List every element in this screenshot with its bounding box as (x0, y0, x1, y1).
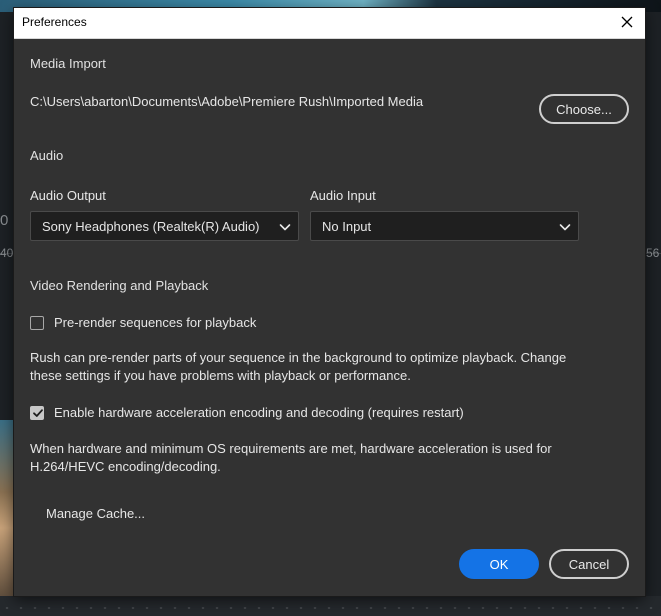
hardware-acceleration-label[interactable]: Enable hardware acceleration encoding an… (54, 405, 464, 420)
audio-output-select[interactable]: Sony Headphones (Realtek(R) Audio) (30, 211, 299, 241)
audio-input-label: Audio Input (310, 188, 376, 203)
dialog-titlebar: Preferences (14, 8, 645, 39)
audio-output-label: Audio Output (30, 188, 106, 203)
dialog-title: Preferences (22, 15, 87, 29)
video-heading: Video Rendering and Playback (30, 278, 209, 293)
audio-input-value: No Input (322, 219, 372, 234)
media-import-heading: Media Import (30, 56, 106, 71)
media-import-path: C:\Users\abarton\Documents\Adobe\Premier… (30, 94, 424, 109)
prerender-description: Rush can pre-render parts of your sequen… (30, 350, 567, 383)
cancel-button[interactable]: Cancel (549, 549, 629, 579)
ok-button-label: OK (489, 556, 509, 572)
background-timecode-left: 40 (0, 246, 14, 260)
background-timecode-left-top: 0 (0, 212, 9, 229)
chevron-down-icon (279, 224, 291, 231)
chevron-down-icon (559, 224, 571, 231)
close-button[interactable] (615, 10, 639, 34)
choose-button[interactable]: Choose... (539, 94, 629, 124)
prerender-label[interactable]: Pre-render sequences for playback (54, 315, 256, 330)
manage-cache-button[interactable]: Manage Cache... (46, 506, 145, 521)
ok-button[interactable]: OK (459, 549, 539, 579)
audio-input-select[interactable]: No Input (310, 211, 579, 241)
audio-heading: Audio (30, 148, 64, 163)
audio-output-value: Sony Headphones (Realtek(R) Audio) (42, 219, 260, 234)
prerender-checkbox[interactable] (30, 316, 44, 330)
cancel-button-label: Cancel (568, 556, 610, 572)
close-icon (621, 16, 633, 28)
choose-button-label: Choose... (556, 101, 612, 117)
preferences-dialog: Preferences Media Import C:\Users\abarto… (14, 8, 645, 596)
background-timecode-right: 56 (646, 246, 660, 260)
background-timeline-ruler (0, 605, 661, 611)
hardware-acceleration-description: When hardware and minimum OS requirement… (30, 441, 552, 474)
hardware-acceleration-checkbox[interactable] (30, 406, 44, 420)
background-clip-thumbnail (0, 420, 14, 600)
checkmark-icon (33, 409, 43, 417)
